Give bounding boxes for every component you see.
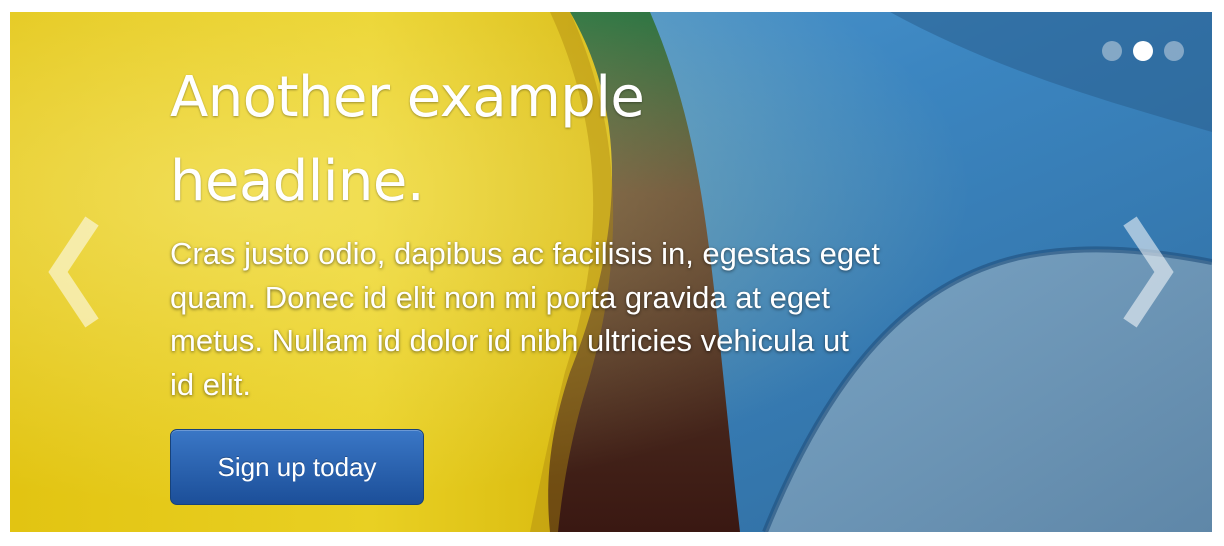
carousel-indicators <box>1102 41 1184 61</box>
sign-up-button[interactable]: Sign up today <box>170 429 424 505</box>
carousel-prev-button[interactable] <box>40 207 110 337</box>
carousel-next-button[interactable] <box>1112 207 1182 337</box>
carousel-indicator-3[interactable] <box>1164 41 1184 61</box>
slide-lead-text: Cras justo odio, dapibus ac facilisis in… <box>170 236 880 402</box>
hero-carousel: Another example headline. Cras justo odi… <box>10 12 1212 532</box>
chevron-right-icon <box>1123 216 1174 328</box>
carousel-indicator-2-active[interactable] <box>1133 41 1153 61</box>
slide-headline: Another example headline. <box>170 65 645 214</box>
carousel-indicator-1[interactable] <box>1102 41 1122 61</box>
carousel-caption: Another example headline. Cras justo odi… <box>170 56 890 505</box>
chevron-left-icon <box>48 216 99 328</box>
